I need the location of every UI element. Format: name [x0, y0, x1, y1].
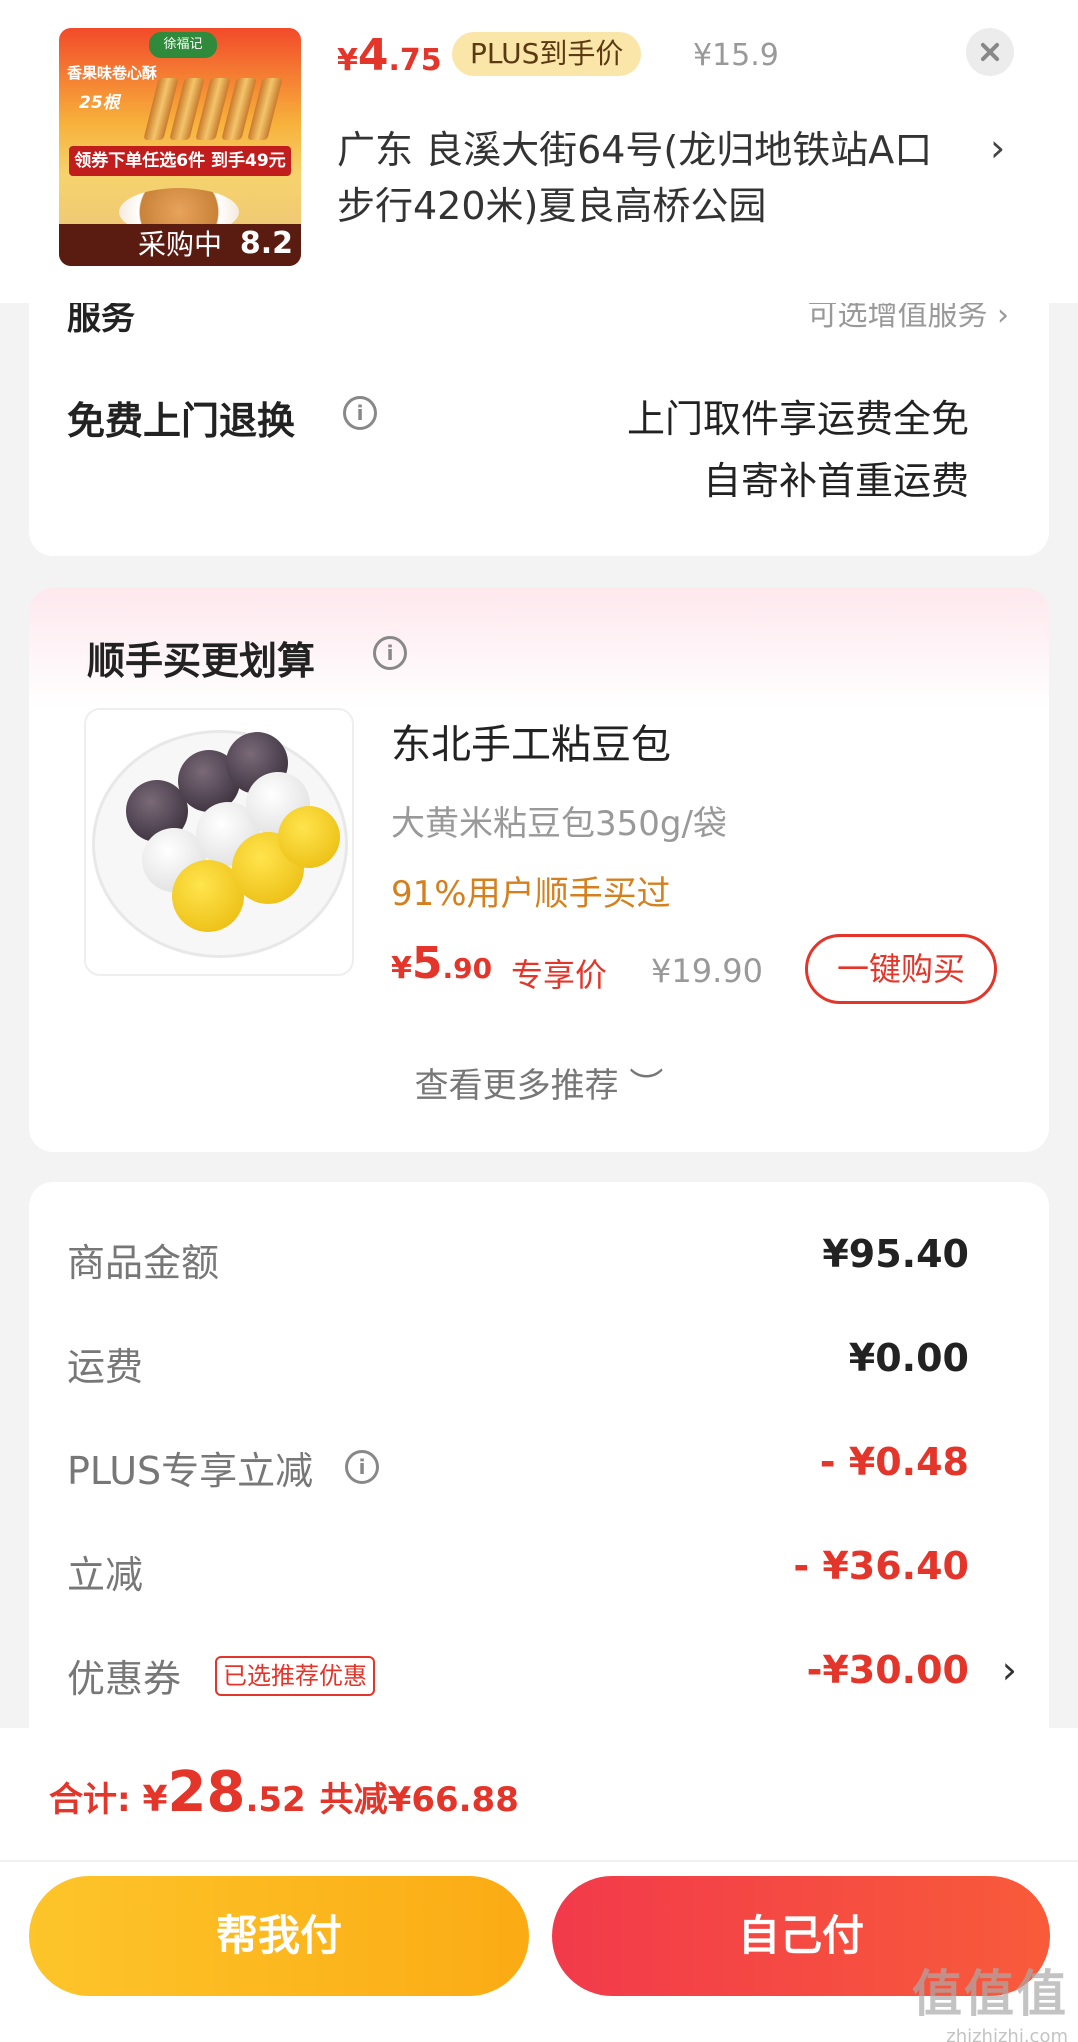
free-return-description: 上门取件享运费全免 自寄补首重运费 — [626, 397, 969, 503]
recommend-original-price: ¥19.90 — [651, 952, 763, 990]
thumbnail-brand: 徐福记 — [149, 32, 217, 58]
header-price: ¥4.75 — [337, 30, 442, 81]
watermark: 值值值 zhizhizhi.com — [912, 1965, 1068, 2042]
service-card: 服务 可选增值服务 › 免费上门退换 i 上门取件享运费全免 自寄补首重运费 — [29, 270, 1049, 556]
recommend-title: 顺手买更划算 — [87, 639, 316, 683]
recommend-product-name[interactable]: 东北手工粘豆包 — [391, 712, 671, 770]
recommend-price: ¥5.90 — [391, 938, 493, 989]
recommend-product-spec: 大黄米粘豆包350g/袋 — [391, 804, 727, 844]
thumbnail-corner-price: 8.2 — [239, 226, 293, 261]
summary-row-shipping: 运费 ¥0.00 — [67, 1336, 969, 1389]
recommend-purchase-rate: 91%用户顺手买过 — [391, 874, 671, 914]
thumbnail-promo: 领券下单任选6件 到手49元 — [69, 146, 291, 176]
exclusive-price-label: 专享价 — [511, 956, 608, 994]
recommend-product-image[interactable] — [84, 708, 354, 976]
wafer-rolls-illustration — [143, 78, 291, 140]
chevron-right-icon[interactable]: › — [1002, 1648, 1017, 1692]
free-return-label: 免费上门退换 — [67, 399, 296, 443]
info-icon[interactable]: i — [343, 396, 377, 430]
see-more-recommendations[interactable]: 查看更多推荐 ︶ — [29, 1058, 1049, 1107]
coupon-selected-badge: 已选推荐优惠 — [215, 1656, 375, 1696]
delivery-address[interactable]: 广东 良溪大街64号(龙归地铁站A口步行420米)夏良高桥公园 — [337, 122, 967, 234]
product-header: 徐福记 香果味卷心酥 25根 领券下单任选6件 到手49元 采购中 8.2 ¥4… — [0, 0, 1078, 303]
help-me-pay-button[interactable]: 帮我付 — [29, 1876, 529, 1996]
info-icon[interactable]: i — [373, 636, 407, 670]
thumbnail-line1: 香果味卷心酥 — [67, 64, 158, 82]
info-icon[interactable]: i — [345, 1450, 379, 1484]
order-total: 合计: ¥28.52 共减¥66.88 — [49, 1760, 519, 1825]
summary-row-plus-discount: PLUS专享立减 i - ¥0.48 — [67, 1440, 969, 1493]
summary-row-coupon[interactable]: 优惠券 已选推荐优惠 -¥30.00 › — [67, 1648, 1017, 1708]
total-saved: 共减¥66.88 — [319, 1780, 519, 1820]
chevron-right-icon[interactable]: › — [990, 126, 1005, 170]
recommend-card: 顺手买更划算 i 东北手工粘豆包 大黄米粘豆包350g/袋 91%用户顺手买过 … — [29, 588, 1049, 1152]
summary-row-instant-discount: 立减 - ¥36.40 — [67, 1544, 969, 1597]
close-icon[interactable] — [966, 28, 1014, 76]
plus-price-tag: PLUS到手价 — [452, 32, 642, 76]
divider — [0, 1860, 1078, 1862]
summary-row-goods: 商品金额 ¥95.40 — [67, 1232, 969, 1285]
header-original-price: ¥15.9 — [693, 38, 779, 73]
checkout-bar: 合计: ¥28.52 共减¥66.88 帮我付 自己付 值值值 zhizhizhi… — [0, 1728, 1078, 2042]
thumbnail-line2: 25根 — [79, 93, 120, 113]
one-click-buy-button[interactable]: 一键购买 — [805, 934, 997, 1004]
product-thumbnail[interactable]: 徐福记 香果味卷心酥 25根 领券下单任选6件 到手49元 采购中 8.2 — [59, 28, 301, 266]
